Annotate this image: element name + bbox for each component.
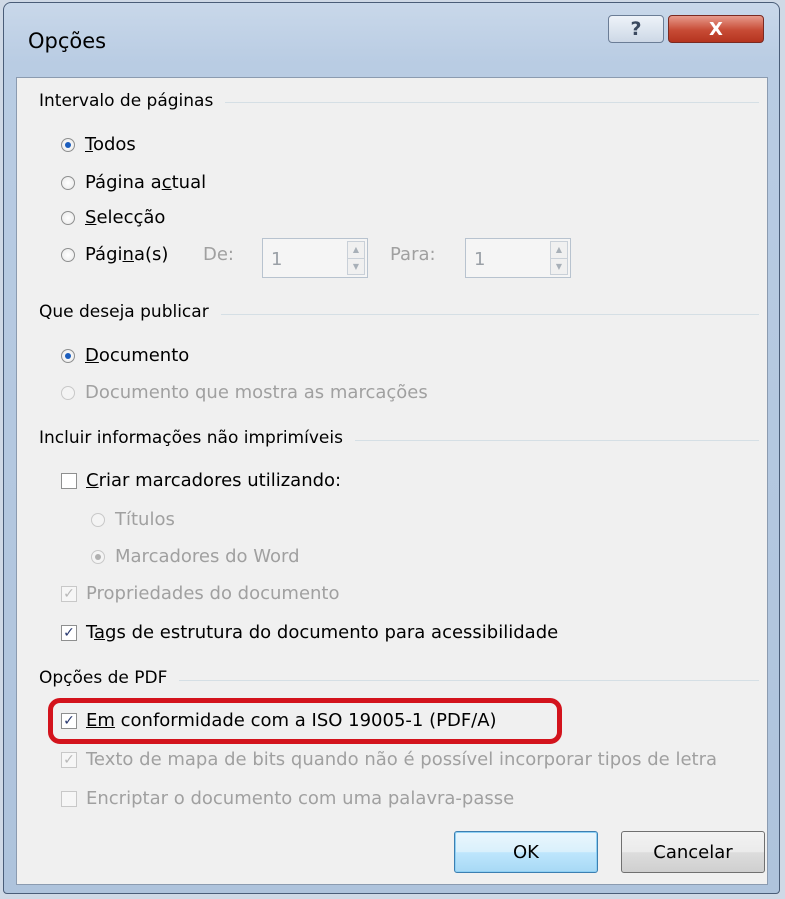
radio-indicator[interactable] — [61, 137, 75, 152]
radio-label: Marcadores do Word — [115, 546, 300, 567]
dialog-title: Opções — [28, 29, 107, 53]
to-label: Para: — [390, 244, 436, 265]
radio-label: Selecção — [85, 207, 166, 228]
help-icon: ? — [630, 18, 642, 40]
checkbox-box[interactable]: ✓ — [61, 712, 77, 729]
help-button[interactable]: ? — [608, 15, 664, 43]
radio-document[interactable]: Documento — [61, 345, 189, 366]
radio-indicator[interactable] — [91, 512, 105, 527]
from-page-spinner[interactable]: 1 ▲ ▼ — [262, 238, 368, 278]
close-icon: X — [709, 18, 723, 40]
radio-label: Títulos — [115, 509, 175, 530]
checkbox-label: Criar marcadores utilizando: — [86, 470, 342, 491]
checkbox-document-properties[interactable]: ✓ Propriedades do documento — [61, 583, 340, 604]
spin-up-icon[interactable]: ▲ — [551, 242, 567, 259]
group-label-publish: Que deseja publicar — [39, 302, 221, 322]
cancel-button[interactable]: Cancelar — [621, 831, 765, 873]
radio-indicator[interactable] — [61, 247, 75, 262]
group-label-nonprint: Incluir informações não imprimíveis — [39, 428, 355, 448]
spin-down-icon[interactable]: ▼ — [348, 259, 364, 275]
check-icon: ✓ — [63, 712, 75, 729]
radio-indicator[interactable] — [61, 210, 75, 225]
radio-document-markup[interactable]: Documento que mostra as marcações — [61, 382, 428, 403]
close-button[interactable]: X — [668, 15, 764, 43]
radio-selection[interactable]: Selecção — [61, 207, 165, 228]
from-label: De: — [203, 244, 234, 265]
spin-up-icon[interactable]: ▲ — [348, 242, 364, 259]
radio-label: Página actual — [85, 172, 207, 193]
radio-label: Documento que mostra as marcações — [85, 382, 428, 403]
spinner-buttons: ▲ ▼ — [347, 241, 365, 275]
radio-indicator[interactable] — [61, 348, 75, 363]
check-icon: ✓ — [63, 624, 75, 641]
checkbox-box[interactable]: ✓ — [61, 585, 77, 602]
dialog-content: Intervalo de páginas Todos Página actual… — [16, 77, 768, 885]
group-label-page-range: Intervalo de páginas — [39, 91, 226, 111]
checkbox-label: Encriptar o documento com uma palavra-pa… — [86, 788, 515, 809]
checkbox-label: Propriedades do documento — [86, 583, 340, 604]
check-icon: ✓ — [63, 585, 75, 602]
radio-indicator[interactable] — [91, 549, 105, 564]
checkbox-label: Tags de estrutura do documento para aces… — [86, 622, 559, 643]
checkbox-label: Texto de mapa de bits quando não é possí… — [86, 749, 718, 770]
checkbox-encrypt[interactable]: Encriptar o documento com uma palavra-pa… — [61, 788, 514, 809]
checkbox-iso-pdfa[interactable]: ✓ Em conformidade com a ISO 19005-1 (PDF… — [61, 710, 497, 731]
radio-indicator[interactable] — [61, 175, 75, 190]
radio-all-pages[interactable]: Todos — [61, 134, 136, 155]
checkbox-box[interactable]: ✓ — [61, 624, 77, 641]
options-dialog: Opções ? X Intervalo de páginas Todos Pá… — [3, 2, 780, 894]
radio-pages[interactable]: Página(s) — [61, 244, 168, 265]
to-page-spinner[interactable]: 1 ▲ ▼ — [465, 238, 571, 278]
spinner-buttons: ▲ ▼ — [550, 241, 568, 275]
checkbox-label: Em conformidade com a ISO 19005-1 (PDF/A… — [86, 710, 497, 731]
radio-label: Página(s) — [85, 244, 169, 265]
radio-label: Todos — [85, 134, 136, 155]
checkbox-create-bookmarks[interactable]: Criar marcadores utilizando: — [61, 470, 341, 491]
spin-down-icon[interactable]: ▼ — [551, 259, 567, 275]
to-page-value: 1 — [474, 249, 486, 270]
ok-button[interactable]: OK — [454, 831, 598, 873]
checkbox-structure-tags[interactable]: ✓ Tags de estrutura do documento para ac… — [61, 622, 558, 643]
check-icon: ✓ — [63, 751, 75, 768]
radio-word-bookmarks[interactable]: Marcadores do Word — [91, 546, 300, 567]
checkbox-box[interactable] — [61, 790, 77, 807]
radio-current-page[interactable]: Página actual — [61, 172, 206, 193]
checkbox-box[interactable] — [61, 472, 77, 489]
group-label-pdf-options: Opções de PDF — [39, 668, 180, 688]
radio-label: Documento — [85, 345, 190, 366]
from-page-value: 1 — [271, 249, 283, 270]
radio-headings[interactable]: Títulos — [91, 509, 175, 530]
checkbox-box[interactable]: ✓ — [61, 751, 77, 768]
checkbox-bitmap-text[interactable]: ✓ Texto de mapa de bits quando não é pos… — [61, 749, 717, 770]
radio-indicator[interactable] — [61, 385, 75, 400]
title-bar[interactable]: Opções ? X — [4, 3, 779, 73]
